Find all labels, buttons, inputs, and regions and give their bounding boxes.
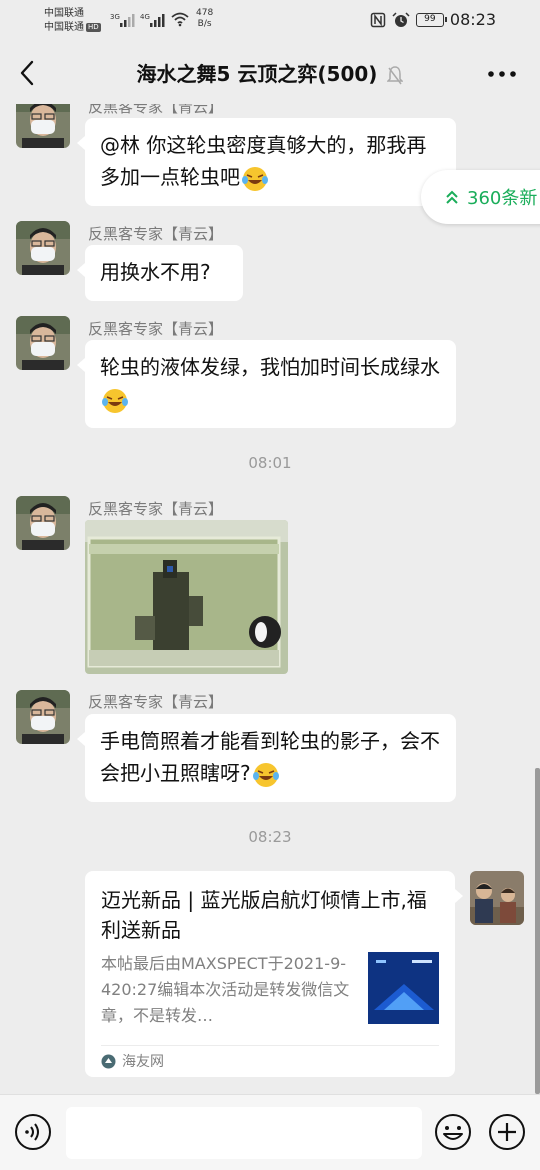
laugh-cry-emoji-icon <box>102 388 128 413</box>
status-time: 08:23 <box>449 10 496 29</box>
laugh-cry-emoji-icon <box>252 762 279 787</box>
sender-name: 反黑客专家【青云】 <box>88 500 224 518</box>
nfc-icon <box>370 12 386 27</box>
laugh-cry-emoji-icon <box>242 166 268 191</box>
message-bubble[interactable]: 用换水不用? <box>77 245 243 301</box>
chat-title: 海水之舞5 云顶之弈(500) <box>136 62 378 86</box>
signal-3g-icon: 3G <box>110 13 135 27</box>
aquarium-photo[interactable] <box>85 520 288 674</box>
card-divider <box>101 1045 439 1046</box>
carrier-2: 中国联通 HD <box>44 22 101 34</box>
avatar[interactable] <box>16 104 70 148</box>
card-source-label: 海友网 <box>122 1054 164 1070</box>
message-text: 用换水不用? <box>100 260 211 284</box>
card-description: 本帖最后由MAXSPECT于2021-9-420:27编辑本次活动是转发微信文章… <box>101 954 350 1025</box>
source-logo-icon <box>101 1054 116 1068</box>
card-source: 海友网 <box>101 1051 164 1071</box>
chat-title-wrap: 海水之舞5 云顶之弈(500) <box>0 58 540 87</box>
sender-name: 反黑客专家【青云】 <box>88 693 224 711</box>
voice-input-icon[interactable] <box>14 1113 52 1151</box>
card-thumbnail <box>368 952 439 1024</box>
timestamp: 08:23 <box>248 828 292 846</box>
alarm-icon <box>392 11 410 27</box>
chat-message-list[interactable]: 反黑客专家【青云】 @林 你这轮虫密度真够大的，那我再多加一点轮虫吧 360条新… <box>0 104 540 1094</box>
message-text: 轮虫的液体发绿，我怕加时间长成绿水 <box>100 355 440 379</box>
my-avatar[interactable] <box>470 871 524 925</box>
signal-4g-icon: 4G <box>140 13 165 27</box>
message-bubble[interactable]: 手电筒照着才能看到轮虫的影子，会不会把小丑照瞎呀? <box>77 714 456 802</box>
sender-name: 反黑客专家【青云】 <box>88 225 224 243</box>
net-speed-unit: B/s <box>197 19 212 29</box>
new-messages-label: 360条新 <box>467 188 538 209</box>
emoji-picker-icon[interactable] <box>434 1113 472 1151</box>
carrier-1: 中国联通 <box>44 8 84 19</box>
battery-icon: 99 <box>415 12 447 27</box>
hd-badge: HD <box>86 22 101 32</box>
sender-name: 反黑客专家【青云】 <box>88 320 224 338</box>
timestamp: 08:01 <box>248 454 292 472</box>
mute-bell-icon <box>387 65 404 84</box>
wifi-icon <box>171 12 189 27</box>
chat-scrollbar[interactable] <box>535 768 540 1094</box>
more-options-icon[interactable] <box>486 60 518 88</box>
avatar[interactable] <box>16 316 70 370</box>
status-right: 99 08:23 <box>370 10 496 29</box>
avatar[interactable] <box>16 690 70 744</box>
card-title: 迈光新品 | 蓝光版启航灯倾情上市,福利送新品 <box>101 888 427 942</box>
sig2-label: 4G <box>140 13 150 21</box>
input-bar <box>0 1094 540 1170</box>
status-bar: 中国联通 中国联通 HD 3G 4G 478 B/s 99 08:23 <box>0 0 540 42</box>
avatar[interactable] <box>16 496 70 550</box>
new-messages-button[interactable]: 360条新 <box>421 170 540 224</box>
net-speed-value: 478 <box>196 8 214 18</box>
double-chevron-up-icon <box>446 190 458 204</box>
chat-header: 海水之舞5 云顶之弈(500) <box>0 42 540 104</box>
message-bubble[interactable]: 轮虫的液体发绿，我怕加时间长成绿水 <box>77 340 456 428</box>
net-speed: 478 B/s <box>196 8 213 30</box>
avatar[interactable] <box>16 221 70 275</box>
carrier-2-label: 中国联通 <box>44 22 84 33</box>
sig1-label: 3G <box>110 13 120 21</box>
message-input[interactable] <box>66 1107 422 1159</box>
sender-name: 反黑客专家【青云】 <box>88 104 224 116</box>
shared-link-card[interactable]: 迈光新品 | 蓝光版启航灯倾情上市,福利送新品 本帖最后由MAXSPECT于20… <box>85 871 463 1077</box>
message-bubble[interactable]: @林 你这轮虫密度真够大的，那我再多加一点轮虫吧 <box>77 118 456 206</box>
add-attachment-icon[interactable] <box>488 1113 526 1151</box>
